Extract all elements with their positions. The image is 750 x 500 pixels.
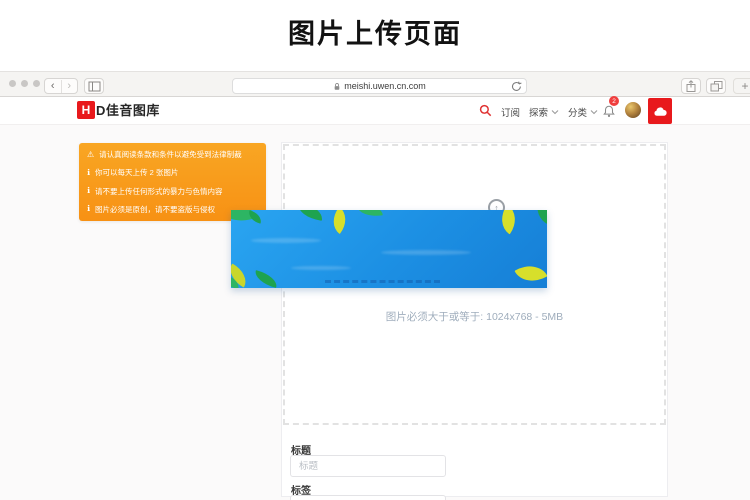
user-avatar[interactable] — [625, 102, 641, 118]
notifications-button[interactable] — [602, 104, 616, 119]
bell-icon — [602, 104, 616, 119]
site-logo[interactable]: H D佳音图库 — [77, 100, 160, 119]
new-tab-button[interactable]: + — [733, 78, 750, 94]
sidebar-toggle-button[interactable] — [84, 78, 104, 94]
leaf-decor — [296, 210, 324, 221]
tags-input[interactable] — [290, 495, 446, 500]
leaf-decor — [514, 258, 547, 288]
title-input[interactable] — [290, 455, 446, 477]
back-button[interactable]: ‹ — [45, 80, 61, 93]
tab-overview-button[interactable] — [706, 78, 726, 94]
page-title: 图片上传页面 — [0, 12, 750, 51]
notice-text: 图片必须是原创，请不要盗版与侵权 — [95, 204, 215, 215]
chevron-down-icon — [551, 109, 559, 115]
sidebar-icon — [88, 81, 101, 92]
notice-text: 请认真阅读条款和条件以避免受到法律制裁 — [99, 149, 242, 160]
refresh-button[interactable] — [511, 81, 522, 92]
cloud-upload-icon — [653, 106, 668, 117]
notice-row: ℹ 请不要上传任何形式的暴力与色情内容 — [87, 186, 258, 197]
upload-image-button[interactable] — [648, 98, 672, 124]
logo-badge: H — [77, 101, 95, 119]
leaf-decor — [326, 210, 352, 234]
nav-item-subscribe[interactable]: 订阅 — [501, 105, 520, 119]
notice-text: 你可以每天上传 2 张图片 — [95, 167, 178, 178]
wave-line-decor — [325, 280, 440, 283]
image-preview — [231, 210, 547, 288]
nav-item-categories[interactable]: 分类 — [568, 105, 598, 119]
logo-text: D佳音图库 — [96, 100, 160, 119]
notice-text: 请不要上传任何形式的暴力与色情内容 — [95, 186, 223, 197]
chevron-down-icon — [590, 109, 598, 115]
nav-label: 探索 — [529, 105, 548, 119]
notice-row: ℹ 你可以每天上传 2 张图片 — [87, 167, 258, 178]
share-button[interactable] — [681, 78, 701, 94]
window-minimize-button[interactable] — [21, 80, 28, 87]
notice-row: ⚠ 请认真阅读条款和条件以避免受到法律制裁 — [87, 149, 258, 160]
leaf-decor — [247, 210, 263, 223]
nav-item-explore[interactable]: 探索 — [529, 105, 559, 119]
info-icon: ℹ — [87, 169, 90, 177]
address-bar[interactable]: meishi.uwen.cn.com — [232, 78, 527, 94]
window-zoom-button[interactable] — [33, 80, 40, 87]
info-icon: ℹ — [87, 187, 90, 195]
leaf-decor — [253, 270, 279, 288]
history-nav-group: ‹ › — [44, 78, 78, 94]
search-button[interactable] — [479, 104, 492, 117]
share-icon — [685, 80, 697, 93]
lock-icon — [333, 82, 341, 91]
info-icon: ℹ — [87, 205, 90, 213]
page-content: ⚠ 请认真阅读条款和条件以避免受到法律制裁 ℹ 你可以每天上传 2 张图片 ℹ … — [0, 125, 750, 500]
url-text: meishi.uwen.cn.com — [344, 81, 426, 91]
warning-icon: ⚠ — [87, 151, 94, 159]
leaf-decor — [534, 210, 547, 225]
leaf-decor — [357, 210, 383, 219]
window-controls[interactable] — [9, 80, 40, 87]
tabs-icon — [710, 80, 723, 92]
nav-label: 分类 — [568, 105, 587, 119]
leaf-decor — [494, 210, 523, 234]
refresh-icon — [511, 81, 522, 92]
screenshot-root: 图片上传页面 ‹ › meishi.uwen.cn.com — [0, 0, 750, 500]
size-requirement-text: 图片必须大于或等于: 1024x768 - 5MB — [283, 309, 666, 324]
notification-count-badge: 2 — [609, 96, 619, 106]
nav-label: 订阅 — [501, 105, 520, 119]
window-close-button[interactable] — [9, 80, 16, 87]
forward-button[interactable]: › — [61, 80, 78, 93]
search-icon — [479, 104, 492, 117]
